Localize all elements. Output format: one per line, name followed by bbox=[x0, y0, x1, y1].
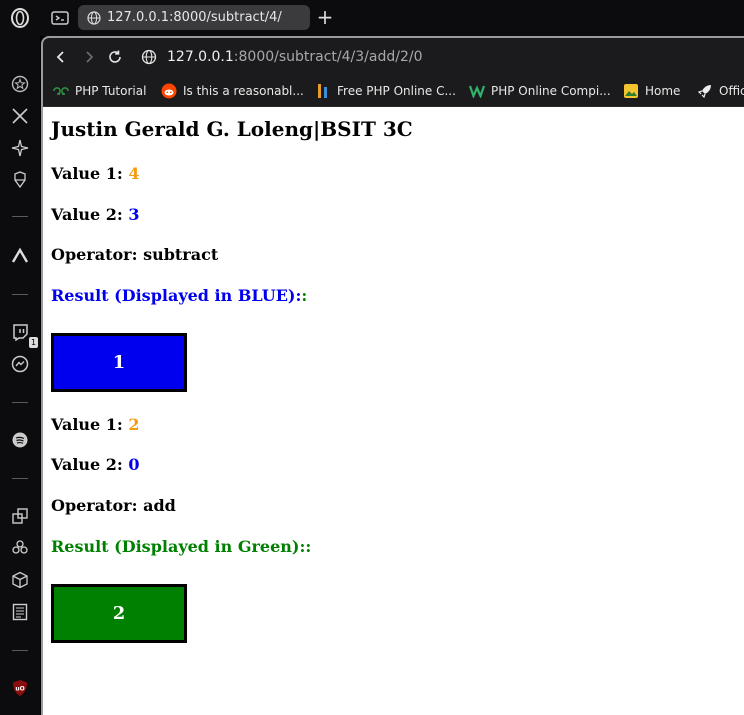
operator-line: Operator: add bbox=[51, 496, 176, 515]
operator-line: Operator: subtract bbox=[51, 245, 219, 264]
value2: 0 bbox=[128, 455, 140, 474]
web-page: Justin Gerald G. Loleng|BSIT 3C Value 1:… bbox=[43, 107, 744, 715]
aria-ai-icon[interactable] bbox=[10, 138, 30, 158]
geeksforgeeks-icon bbox=[53, 83, 69, 99]
w-logo-icon bbox=[469, 83, 485, 99]
crypto-wallet-icon[interactable] bbox=[10, 170, 30, 190]
spotify-icon[interactable] bbox=[10, 430, 30, 450]
value1: 2 bbox=[128, 415, 140, 434]
workspaces-icon[interactable] bbox=[10, 506, 30, 526]
value2-line: Value 2: 0 bbox=[51, 455, 140, 474]
sidebar-divider bbox=[12, 402, 28, 403]
arc-app-icon[interactable] bbox=[10, 246, 30, 266]
tab-bar: 127.0.0.1:8000/subtract/4/ + bbox=[40, 0, 744, 36]
site-info-globe-icon[interactable] bbox=[139, 47, 159, 67]
messenger-icon[interactable] bbox=[10, 354, 30, 374]
speed-dial-icon[interactable] bbox=[10, 74, 30, 94]
url-host: 127.0.0.1 bbox=[167, 49, 234, 65]
result-box-2: 2 bbox=[51, 584, 187, 643]
twitch-icon[interactable] bbox=[10, 322, 30, 342]
operator: subtract bbox=[143, 245, 219, 264]
notification-badge: 1 bbox=[29, 337, 38, 348]
browser-sidebar: 1 uO bbox=[0, 0, 40, 715]
x-twitter-icon[interactable] bbox=[10, 106, 30, 126]
tab-title: 127.0.0.1:8000/subtract/4/ bbox=[107, 10, 282, 25]
url-field[interactable]: 127.0.0.1:8000/subtract/4/3/add/2/0 bbox=[167, 49, 423, 65]
value1: 4 bbox=[128, 164, 140, 183]
url-path: :8000/subtract/4/3/add/2/0 bbox=[233, 49, 423, 65]
sidebar-divider bbox=[12, 294, 28, 295]
page-title: Justin Gerald G. Loleng|BSIT 3C bbox=[51, 117, 413, 141]
svg-text:uO: uO bbox=[15, 686, 24, 693]
result-box-1: 1 bbox=[51, 333, 187, 392]
result-label: Result (Displayed in BLUE):: bbox=[51, 286, 308, 305]
code-icon bbox=[315, 83, 331, 99]
value1-line: Value 1: 2 bbox=[51, 415, 140, 434]
new-tab-plus-icon[interactable]: + bbox=[314, 6, 336, 28]
value2-line: Value 2: 3 bbox=[51, 205, 140, 224]
browser-window: 127.0.0.1:8000/subtract/4/3/add/2/0 PHP … bbox=[41, 36, 744, 715]
news-icon[interactable] bbox=[10, 602, 30, 622]
bookmarks-bar: PHP Tutorial Is this a reasonabl... Free… bbox=[43, 76, 744, 107]
sidebar-divider bbox=[12, 650, 28, 651]
back-arrow-icon[interactable] bbox=[51, 47, 71, 67]
address-bar: 127.0.0.1:8000/subtract/4/3/add/2/0 bbox=[43, 38, 744, 76]
operator: add bbox=[143, 496, 176, 515]
cube-icon[interactable] bbox=[10, 570, 30, 590]
sidebar-divider bbox=[12, 216, 28, 217]
bookmark-free-php-online[interactable]: Free PHP Online C... bbox=[315, 82, 456, 100]
bookmark-offic[interactable]: Offic bbox=[697, 82, 744, 100]
active-tab[interactable]: 127.0.0.1:8000/subtract/4/ bbox=[78, 5, 310, 30]
bookmark-home[interactable]: Home bbox=[623, 82, 680, 100]
globe-icon bbox=[87, 10, 101, 25]
tab-island-icon[interactable] bbox=[50, 9, 70, 27]
rocket-icon bbox=[697, 83, 713, 99]
value2: 3 bbox=[128, 205, 140, 224]
value1-line: Value 1: 4 bbox=[51, 164, 140, 183]
sidebar-divider bbox=[12, 478, 28, 479]
result-label: Result (Displayed in Green):: bbox=[51, 537, 312, 556]
ublock-origin-icon[interactable]: uO bbox=[10, 678, 30, 698]
image-icon bbox=[623, 83, 639, 99]
reload-icon[interactable] bbox=[105, 47, 125, 67]
bookmark-php-online-compiler[interactable]: PHP Online Compi... bbox=[469, 82, 611, 100]
opera-logo-icon[interactable] bbox=[10, 8, 30, 28]
extensions-icon[interactable] bbox=[10, 538, 30, 558]
bookmark-php-tutorial[interactable]: PHP Tutorial bbox=[53, 82, 146, 100]
reddit-icon bbox=[161, 83, 177, 99]
forward-arrow-icon[interactable] bbox=[79, 47, 99, 67]
bookmark-reasonable[interactable]: Is this a reasonabl... bbox=[161, 82, 304, 100]
